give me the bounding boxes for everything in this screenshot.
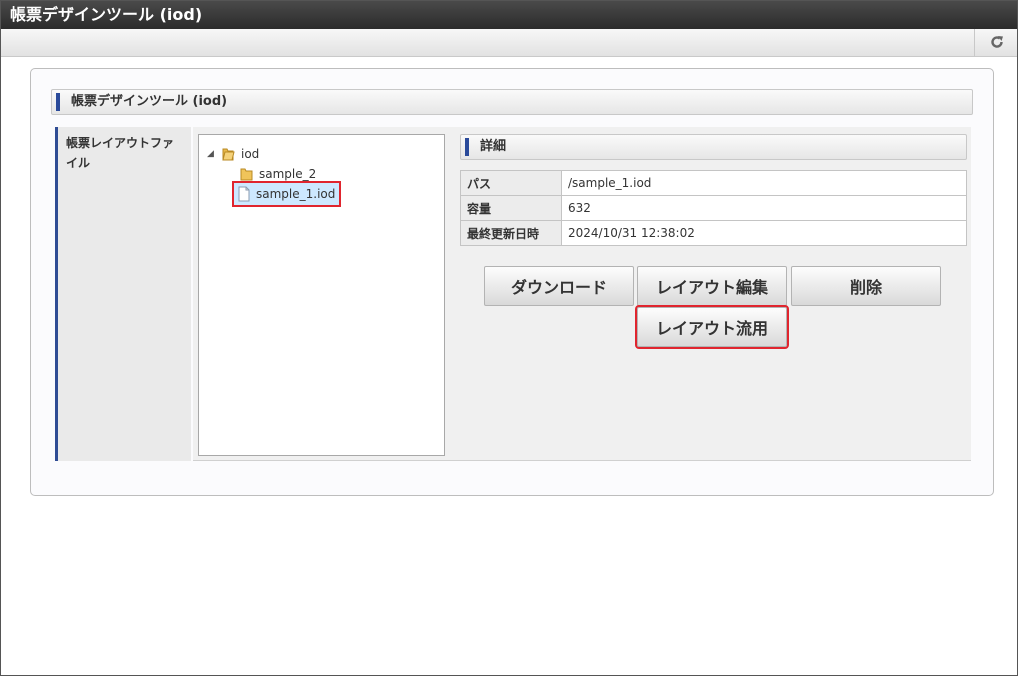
refresh-icon bbox=[990, 34, 1004, 53]
file-tree: ◢ iod sample_2 sample_1.iod bbox=[198, 134, 445, 456]
detail-header: 詳細 bbox=[460, 134, 967, 160]
table-row: 容量 632 bbox=[460, 195, 967, 221]
detail-key: 最終更新日時 bbox=[460, 220, 562, 246]
detail-value: /sample_1.iod bbox=[561, 170, 967, 196]
tree-node-label: sample_1.iod bbox=[256, 187, 336, 201]
file-icon bbox=[236, 186, 252, 202]
form-content: ◢ iod sample_2 sample_1.iod 詳細 パス /sampl… bbox=[193, 127, 971, 461]
tree-node-root[interactable]: ◢ iod bbox=[207, 144, 259, 164]
refresh-button[interactable] bbox=[976, 29, 1017, 57]
header-accent-bar bbox=[465, 138, 469, 156]
folder-icon bbox=[239, 166, 255, 182]
delete-button[interactable]: 削除 bbox=[791, 266, 941, 306]
detail-title: 詳細 bbox=[480, 139, 507, 154]
detail-value: 2024/10/31 12:38:02 bbox=[561, 220, 967, 246]
main-panel: 帳票デザインツール (iod) 帳票レイアウトファイル ◢ iod sample… bbox=[30, 68, 994, 496]
edit-layout-button[interactable]: レイアウト編集 bbox=[637, 266, 787, 306]
panel-title: 帳票デザインツール (iod) bbox=[71, 94, 228, 109]
collapse-toggle-icon[interactable]: ◢ bbox=[207, 144, 221, 164]
toolbar-divider bbox=[974, 29, 975, 57]
table-row: 最終更新日時 2024/10/31 12:38:02 bbox=[460, 220, 967, 246]
detail-table: パス /sample_1.iod 容量 632 最終更新日時 2024/10/3… bbox=[460, 170, 967, 246]
folder-open-icon bbox=[221, 146, 237, 162]
toolbar bbox=[1, 29, 1017, 57]
download-button[interactable]: ダウンロード bbox=[484, 266, 634, 306]
window-title: 帳票デザインツール (iod) bbox=[1, 1, 1017, 29]
table-row: パス /sample_1.iod bbox=[460, 170, 967, 196]
panel-header: 帳票デザインツール (iod) bbox=[51, 89, 973, 115]
detail-key: パス bbox=[460, 170, 562, 196]
reuse-layout-button[interactable]: レイアウト流用 bbox=[635, 305, 789, 349]
tree-node-file-selected[interactable]: sample_1.iod bbox=[232, 181, 342, 207]
form-label-layout-file: 帳票レイアウトファイル bbox=[55, 127, 191, 461]
tree-node-label: iod bbox=[241, 147, 260, 161]
header-accent-bar bbox=[56, 93, 60, 111]
detail-value: 632 bbox=[561, 195, 967, 221]
detail-key: 容量 bbox=[460, 195, 562, 221]
